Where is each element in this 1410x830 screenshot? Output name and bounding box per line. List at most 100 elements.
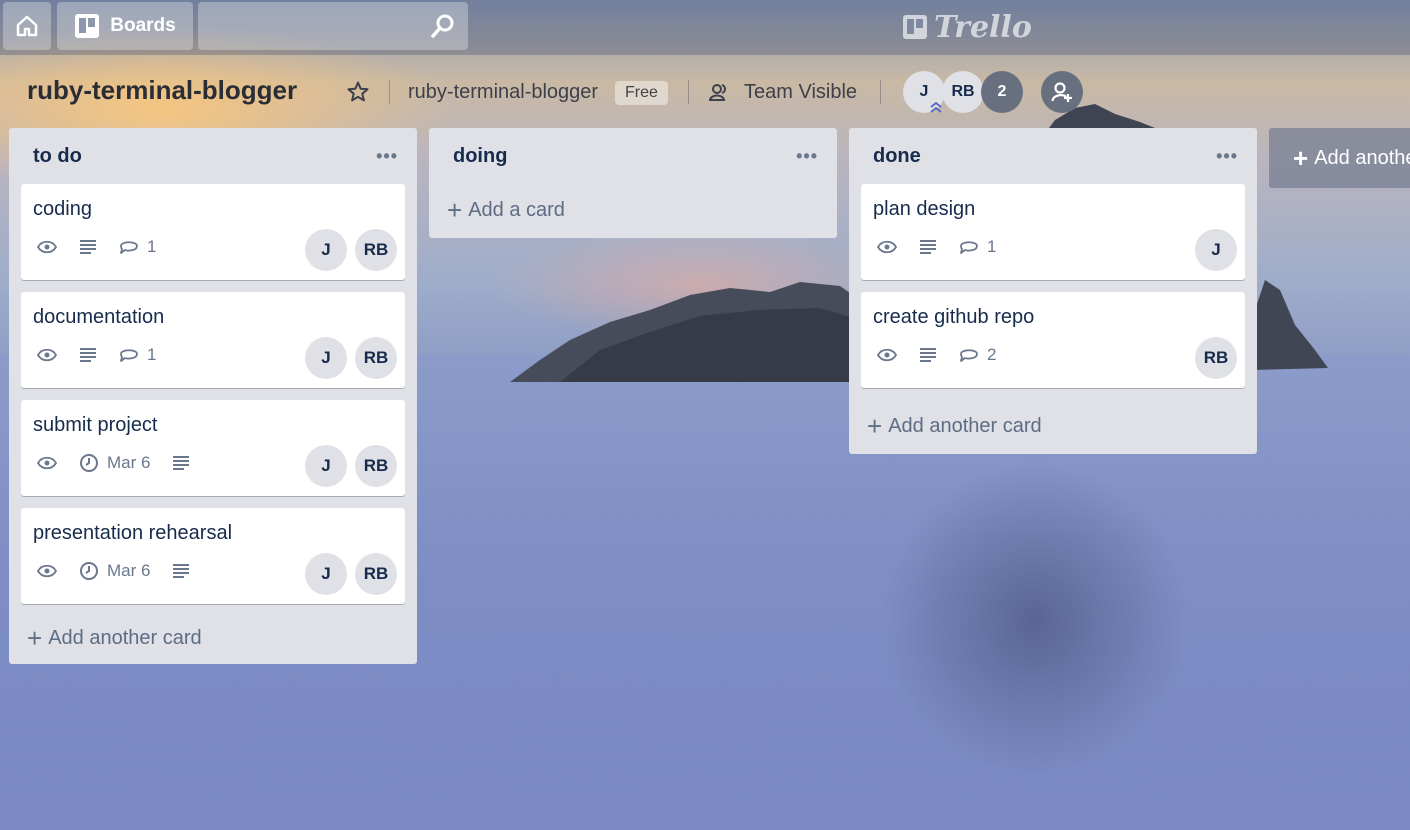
card-title: submit project [33,414,158,436]
comment-badge: 1 [119,236,156,258]
eye-icon [37,348,57,362]
card-member-avatar[interactable]: RB [355,553,397,595]
board-member-avatar[interactable]: RB [942,71,984,113]
card-member-avatar[interactable]: RB [355,337,397,379]
card-member-avatar[interactable]: J [305,553,347,595]
card[interactable]: create github repo 2 RB [861,292,1245,388]
card[interactable]: documentation 1 J RB [21,292,405,388]
boards-button[interactable]: Boards [57,2,193,50]
team-icon [709,84,726,101]
card-member-avatar[interactable]: J [305,229,347,271]
watch-badge [877,236,897,258]
list-title[interactable]: doing [453,145,507,168]
eye-icon [37,564,57,578]
comment-icon [960,349,978,362]
clock-icon [80,562,98,580]
list-menu-button[interactable]: ••• [796,146,818,167]
description-badge [79,344,97,366]
card-title: documentation [33,306,165,328]
description-icon [80,348,96,362]
description-icon [173,456,190,470]
list-header: doing ••• [429,128,837,184]
background-rock-right [1250,280,1328,370]
description-badge [172,452,190,474]
header-divider [688,80,689,104]
due-date-badge: Mar 6 [79,560,150,582]
plus-icon: + [867,411,883,441]
background-reflection [880,460,1190,780]
watch-badge [37,236,57,258]
comment-icon [120,241,138,254]
card[interactable]: submit project Mar 6 J RB [21,400,405,496]
description-badge [919,236,937,258]
search-input[interactable] [198,2,468,50]
list-title[interactable]: done [873,145,921,168]
list-menu-button[interactable]: ••• [1216,146,1238,167]
due-date: Mar 6 [107,453,151,472]
boards-icon [75,14,100,38]
card[interactable]: presentation rehearsal Mar 6 J RB [21,508,405,604]
due-date: Mar 6 [107,561,151,580]
plus-icon: + [27,623,43,653]
card-title: coding [33,198,92,220]
card-member-avatar[interactable]: J [305,445,347,487]
add-card-label: Add another card [888,414,1042,437]
trello-logo[interactable]: Trello [902,9,1032,45]
background-rock [510,282,860,382]
eye-icon [37,456,57,470]
watch-badge [37,560,57,582]
home-button[interactable] [3,2,51,50]
star-icon[interactable] [346,80,370,104]
trello-logo-icon [903,15,927,39]
card-title: presentation rehearsal [33,522,233,544]
plus-icon: + [447,195,463,225]
header-divider [880,80,881,104]
add-card-button[interactable]: + Add another card [9,612,417,664]
list-title[interactable]: to do [33,145,82,168]
eye-icon [877,240,897,254]
card-member-avatar[interactable]: J [1195,229,1237,271]
add-list-button[interactable]: + Add another list [1269,128,1410,188]
description-badge [172,560,190,582]
search-field[interactable] [198,2,468,50]
boards-label: Boards [110,15,176,36]
list-header: done ••• [849,128,1257,184]
search-icon [431,14,454,38]
comment-count: 1 [987,237,997,256]
description-icon [173,564,190,578]
card-member-avatar[interactable]: RB [355,229,397,271]
card-member-avatar[interactable]: RB [355,445,397,487]
card[interactable]: plan design 1 J [861,184,1245,280]
add-list-label: Add another list [1314,146,1410,169]
invite-member-button[interactable] [1041,71,1083,113]
add-card-button[interactable]: + Add another card [849,398,1257,454]
more-members-button[interactable]: 2 [981,71,1023,113]
logo-text: Trello [934,9,1032,45]
watch-badge [877,344,897,366]
list-to-do: to do ••• coding 1 J RB documentation 1 … [9,128,417,664]
comment-icon [960,241,978,254]
description-icon [920,240,936,254]
plan-badge: Free [615,81,668,105]
home-icon [16,15,38,37]
add-card-button[interactable]: + Add a card [429,182,837,238]
card-title: plan design [873,198,976,220]
eye-icon [877,348,897,362]
list-doing: doing ••• + Add a card [429,128,837,238]
team-name-button[interactable]: ruby-terminal-blogger [408,81,598,104]
card-member-avatar[interactable]: J [305,337,347,379]
clock-icon [80,454,98,472]
watch-badge [37,344,57,366]
comment-count: 2 [987,345,997,364]
card[interactable]: coding 1 J RB [21,184,405,280]
list-menu-button[interactable]: ••• [376,146,398,167]
visibility-button[interactable]: Team Visible [744,81,857,104]
board-title[interactable]: ruby-terminal-blogger [27,75,297,106]
card-member-avatar[interactable]: RB [1195,337,1237,379]
description-icon [80,240,96,254]
add-card-label: Add another card [48,626,202,649]
header-divider [389,80,390,104]
description-icon [920,348,936,362]
card-title: create github repo [873,306,1035,328]
plus-icon: + [1293,143,1309,173]
